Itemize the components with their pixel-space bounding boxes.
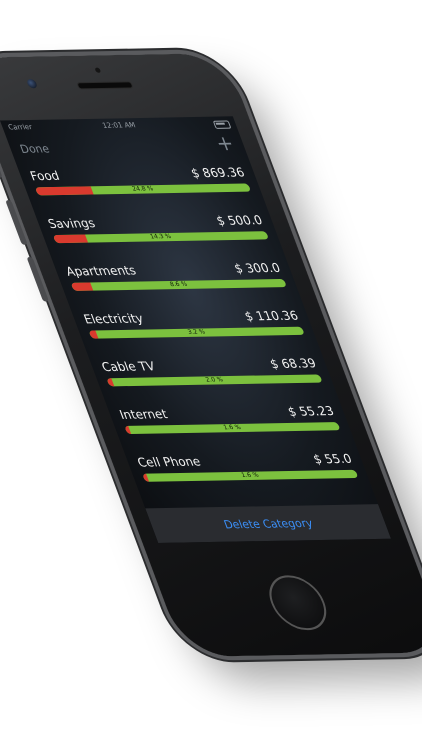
category-name: Cell Phone — [135, 454, 203, 470]
category-amount: $ 68.39 — [267, 356, 319, 372]
category-row-cable-tv[interactable]: Cable TV $ 68.39 2.0 % — [99, 354, 330, 406]
status-time: 12:01 AM — [101, 121, 137, 130]
app-screen: Carrier 12:01 AM Done + Food $ 869.36 24… — [0, 116, 392, 543]
category-percent: 14.3 % — [149, 232, 173, 241]
navigation-bar: Done + — [6, 131, 248, 162]
done-button[interactable]: Done — [18, 142, 51, 156]
stage: Carrier 12:01 AM Done + Food $ 869.36 24… — [0, 0, 422, 750]
category-row-food[interactable]: Food $ 869.36 24.8 % — [27, 163, 258, 215]
volume-down-button — [26, 256, 50, 302]
category-progress-bar: 1.6 % — [142, 469, 359, 482]
mute-switch — [0, 151, 3, 178]
footer-toolbar: Delete Category — [145, 504, 392, 543]
category-percent: 2.0 % — [204, 376, 225, 384]
category-percent: 1.6 % — [222, 423, 242, 432]
category-amount: $ 110.36 — [242, 308, 301, 324]
add-category-button[interactable]: + — [212, 131, 238, 156]
category-progress-bar: 2.0 % — [106, 374, 323, 387]
category-list: Food $ 869.36 24.8 % Savings $ 500.0 14.… — [27, 163, 365, 501]
delete-category-button[interactable]: Delete Category — [149, 515, 387, 532]
category-amount: $ 55.0 — [311, 451, 354, 467]
battery-icon — [212, 120, 232, 129]
category-percent: 3.2 % — [186, 328, 207, 336]
category-percent: 8.6 % — [168, 280, 189, 289]
category-percent: 24.8 % — [131, 185, 155, 193]
category-progress-bar: 3.2 % — [88, 326, 305, 339]
category-name: Electricity — [81, 311, 146, 327]
category-name: Apartments — [63, 263, 139, 279]
category-amount: $ 869.36 — [188, 165, 247, 181]
category-progress-bar: 24.8 % — [34, 183, 252, 196]
category-name: Food — [28, 168, 62, 184]
category-name: Savings — [45, 215, 98, 232]
category-progress-bar: 8.6 % — [70, 278, 287, 291]
front-camera-icon — [25, 78, 39, 89]
earpiece-speaker — [76, 81, 134, 90]
category-row-savings[interactable]: Savings $ 500.0 14.3 % — [45, 211, 276, 263]
volume-up-button — [5, 200, 28, 245]
phone-device: Carrier 12:01 AM Done + Food $ 869.36 24… — [0, 53, 422, 657]
category-row-cell-phone[interactable]: Cell Phone $ 55.0 1.6 % — [135, 450, 366, 502]
category-amount: $ 500.0 — [214, 212, 265, 228]
category-row-electricity[interactable]: Electricity $ 110.36 3.2 % — [81, 306, 312, 358]
category-name: Internet — [117, 406, 170, 422]
category-progress-bar: 1.6 % — [124, 422, 341, 435]
category-percent: 1.6 % — [240, 471, 260, 480]
category-progress-bar: 14.3 % — [52, 231, 270, 244]
proximity-sensor — [94, 67, 102, 73]
category-name: Cable TV — [99, 359, 158, 375]
category-amount: $ 300.0 — [232, 260, 283, 276]
home-button — [261, 574, 335, 631]
category-row-internet[interactable]: Internet $ 55.23 1.6 % — [117, 402, 348, 454]
category-row-apartments[interactable]: Apartments $ 300.0 8.6 % — [63, 259, 294, 311]
status-bar: Carrier 12:01 AM — [0, 116, 238, 134]
category-amount: $ 55.23 — [285, 403, 336, 419]
